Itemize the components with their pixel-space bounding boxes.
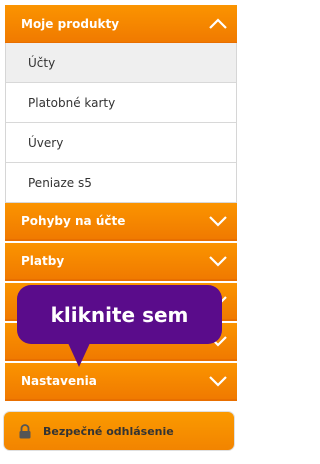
- products-submenu: Účty Platobné karty Úvery Peniaze s5: [5, 43, 237, 203]
- chevron-up-icon: [209, 17, 227, 29]
- submenu-item-accounts[interactable]: Účty: [6, 43, 236, 83]
- submenu-item-cards[interactable]: Platobné karty: [6, 83, 236, 123]
- submenu-item-label: Platobné karty: [28, 95, 116, 110]
- chevron-down-icon: [209, 216, 227, 227]
- click-here-tooltip: kliknite sem: [17, 285, 222, 344]
- submenu-item-label: Účty: [28, 55, 56, 70]
- menu-section-label: Moje produkty: [21, 16, 120, 31]
- submenu-item-s5[interactable]: Peniaze s5: [6, 163, 236, 203]
- menu-section-settings[interactable]: Nastavenia: [5, 363, 237, 401]
- menu-section-label: Platby: [21, 254, 65, 268]
- submenu-item-label: Úvery: [28, 135, 64, 150]
- tooltip-text: kliknite sem: [50, 302, 189, 327]
- logout-label: Bezpečné odhlásenie: [43, 424, 174, 438]
- menu-section-label: Nastavenia: [21, 374, 97, 388]
- menu-section-label: Pohyby na účte: [21, 214, 126, 228]
- chevron-down-icon: [209, 256, 227, 267]
- submenu-item-loans[interactable]: Úvery: [6, 123, 236, 163]
- logout-button[interactable]: Bezpečné odhlásenie: [3, 411, 235, 451]
- submenu-item-label: Peniaze s5: [28, 175, 92, 190]
- menu-section-payments[interactable]: Platby: [5, 243, 237, 281]
- menu-section-products[interactable]: Moje produkty: [5, 5, 237, 43]
- menu-section-movements[interactable]: Pohyby na účte: [5, 203, 237, 241]
- tooltip-arrow: [68, 343, 90, 367]
- lock-icon: [19, 423, 31, 438]
- chevron-down-icon: [209, 376, 227, 387]
